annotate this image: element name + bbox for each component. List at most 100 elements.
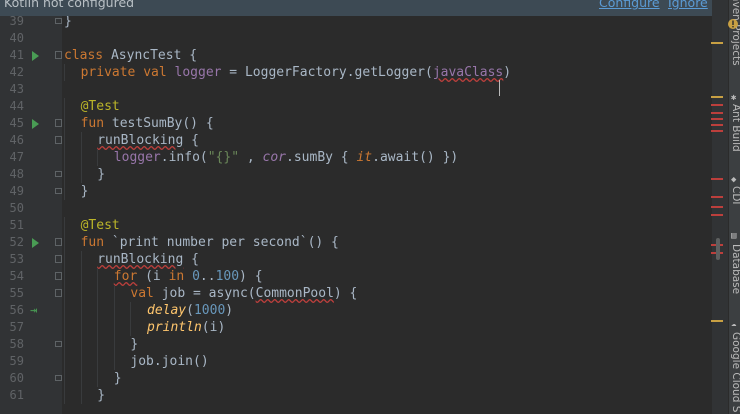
indent-guide bbox=[97, 302, 99, 319]
fold-marker-icon[interactable] bbox=[55, 188, 62, 194]
error-stripe-mark[interactable] bbox=[711, 130, 723, 132]
fold-marker-icon[interactable] bbox=[55, 171, 62, 177]
indent-guide bbox=[64, 285, 65, 302]
code-line[interactable]: 48} bbox=[0, 166, 740, 183]
error-stripe-mark[interactable] bbox=[711, 196, 723, 198]
indent-guide bbox=[97, 353, 99, 370]
indent-guide bbox=[64, 251, 65, 268]
configure-link[interactable]: Configure bbox=[599, 0, 660, 10]
code-line[interactable]: 59 job.join() bbox=[0, 353, 740, 370]
tool-cdi[interactable]: CDI bbox=[730, 186, 740, 205]
line-number: 40 bbox=[9, 31, 24, 45]
code-line[interactable]: 56 ⇥ delay(1000) bbox=[0, 302, 740, 319]
run-gutter-icon[interactable] bbox=[32, 238, 39, 248]
indent-guide bbox=[64, 64, 65, 81]
code-line[interactable]: 43 bbox=[0, 81, 740, 98]
error-stripe-mark[interactable] bbox=[711, 112, 723, 114]
fold-marker-icon[interactable] bbox=[55, 255, 62, 263]
code-line[interactable]: 42 private val logger = LoggerFactory.get… bbox=[0, 64, 740, 81]
fold-marker-icon[interactable] bbox=[55, 289, 62, 297]
fold-marker-icon[interactable] bbox=[55, 136, 62, 144]
code-line[interactable]: 52 fun `print number per second`() { bbox=[0, 234, 740, 251]
tool-google-cloud[interactable]: Google Cloud S bbox=[730, 332, 740, 412]
fold-marker-icon[interactable] bbox=[55, 119, 62, 127]
error-stripe-mark[interactable] bbox=[711, 214, 723, 216]
ignore-link[interactable]: Ignore bbox=[668, 0, 708, 10]
error-stripe-mark[interactable] bbox=[711, 178, 723, 180]
code-text: } bbox=[97, 388, 106, 403]
line-number: 53 bbox=[9, 252, 24, 266]
inspection-warning-icon[interactable] bbox=[727, 18, 739, 30]
ant-icon: ✱ bbox=[731, 93, 737, 103]
error-stripe-mark[interactable] bbox=[711, 320, 723, 322]
code-line[interactable]: 51 @Test bbox=[0, 217, 740, 234]
fold-marker-icon[interactable] bbox=[55, 375, 62, 381]
code-line[interactable]: 50 bbox=[0, 200, 740, 217]
code-line[interactable]: 54 for (i in 0..100) { bbox=[0, 268, 740, 285]
text-caret bbox=[499, 80, 500, 96]
line-number: 45 bbox=[9, 116, 24, 130]
tool-database[interactable]: Database bbox=[730, 244, 740, 294]
code-text: for (i in 0..100) { bbox=[113, 269, 263, 284]
error-stripe-mark[interactable] bbox=[711, 124, 723, 126]
code-text: @Test bbox=[80, 99, 120, 114]
indent-guide bbox=[113, 353, 115, 370]
indent-guide bbox=[64, 336, 65, 353]
line-number: 41 bbox=[9, 48, 24, 62]
fold-marker-icon[interactable] bbox=[55, 341, 62, 347]
fold-marker-icon[interactable] bbox=[55, 272, 62, 280]
error-stripe-mark[interactable] bbox=[711, 42, 723, 44]
indent-guide bbox=[80, 166, 82, 183]
line-number: 54 bbox=[9, 269, 24, 283]
code-line[interactable]: 58} bbox=[0, 336, 740, 353]
error-stripe-mark[interactable] bbox=[711, 104, 723, 106]
line-number: 42 bbox=[9, 65, 24, 79]
indent-guide bbox=[64, 370, 65, 387]
right-tool-window-bar: Maven Projects ✱ Ant Build ◆ CDI ▤ Datab… bbox=[728, 0, 740, 414]
error-stripe-mark[interactable] bbox=[711, 118, 723, 120]
indent-guide bbox=[64, 387, 65, 404]
fold-marker-icon[interactable] bbox=[55, 238, 62, 246]
code-line[interactable]: 41 class AsyncTest { bbox=[0, 47, 740, 64]
line-number: 50 bbox=[9, 201, 24, 215]
indent-guide bbox=[64, 234, 65, 251]
error-stripe-mark[interactable] bbox=[711, 206, 723, 208]
fold-marker-icon[interactable] bbox=[55, 18, 62, 24]
indent-guide bbox=[113, 285, 115, 302]
tool-ant-build[interactable]: Ant Build bbox=[730, 104, 740, 152]
code-text: logger.info("{}" , cor.sumBy { it.await(… bbox=[113, 150, 459, 165]
indent-guide bbox=[64, 115, 65, 132]
run-gutter-icon[interactable] bbox=[32, 51, 39, 61]
line-number: 47 bbox=[9, 150, 24, 164]
cloud-icon: ☁ bbox=[731, 319, 737, 329]
indent-guide bbox=[64, 217, 65, 234]
indent-guide bbox=[130, 319, 132, 336]
indent-guide bbox=[80, 353, 82, 370]
suspend-call-gutter-icon[interactable]: ⇥ bbox=[30, 303, 37, 318]
code-line[interactable]: 47 logger.info("{}" , cor.sumBy { it.awai… bbox=[0, 149, 740, 166]
code-line[interactable]: 40 bbox=[0, 30, 740, 47]
code-text: println(i) bbox=[147, 320, 226, 335]
code-text: delay(1000) bbox=[147, 303, 234, 318]
code-line[interactable]: 57 println(i) bbox=[0, 319, 740, 336]
line-number: 59 bbox=[9, 354, 24, 368]
code-line[interactable]: 44 @Test bbox=[0, 98, 740, 115]
indent-guide bbox=[80, 319, 82, 336]
code-line[interactable]: 46 runBlocking { bbox=[0, 132, 740, 149]
tool-maven-projects[interactable]: Maven Projects bbox=[730, 0, 740, 66]
code-line[interactable]: 60} bbox=[0, 370, 740, 387]
indent-guide bbox=[97, 336, 99, 353]
indent-guide bbox=[80, 285, 82, 302]
notification-banner: Kotlin not configured Configure Ignore bbox=[0, 0, 712, 16]
code-line[interactable]: 61} bbox=[0, 387, 740, 404]
run-gutter-icon[interactable] bbox=[32, 119, 39, 129]
scroll-thumb[interactable] bbox=[716, 238, 720, 260]
code-line[interactable]: 49} bbox=[0, 183, 740, 200]
fold-marker-icon[interactable] bbox=[55, 51, 62, 59]
error-stripe-mark[interactable] bbox=[711, 96, 723, 98]
line-number: 61 bbox=[9, 388, 24, 402]
code-line[interactable]: 55 val job = async(CommonPool) { bbox=[0, 285, 740, 302]
code-line[interactable]: 53 runBlocking { bbox=[0, 251, 740, 268]
line-number: 58 bbox=[9, 337, 24, 351]
code-line[interactable]: 45 fun testSumBy() { bbox=[0, 115, 740, 132]
